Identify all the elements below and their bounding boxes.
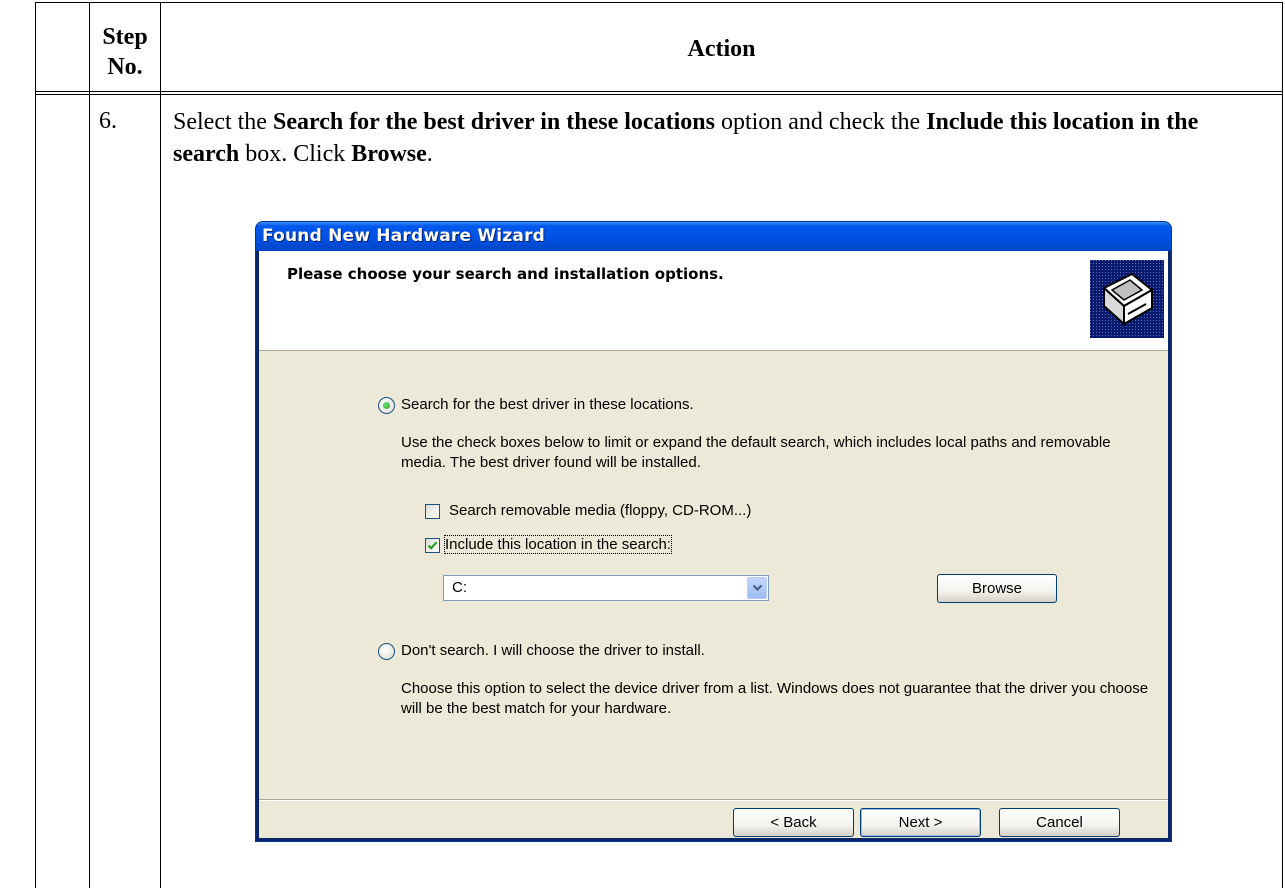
browse-button[interactable]: Browse <box>937 574 1057 603</box>
include-location-checkbox[interactable] <box>425 538 440 553</box>
location-value: C: <box>452 579 467 596</box>
table-border-right <box>1282 2 1283 888</box>
chevron-down-icon <box>752 584 763 592</box>
step-column-header: Step No. <box>102 24 148 80</box>
dialog-titlebar[interactable]: Found New Hardware Wizard <box>256 222 1171 251</box>
step-instruction: Select the Search for the best driver in… <box>173 109 1199 167</box>
wizard-header: Please choose your search and installati… <box>259 251 1168 351</box>
back-button[interactable]: < Back <box>733 808 854 837</box>
removable-media-checkbox[interactable] <box>425 504 440 519</box>
header-divider <box>35 91 1283 92</box>
search-description: Use the check boxes below to limit or ex… <box>401 434 1111 471</box>
table-border-left <box>35 2 36 888</box>
search-radio[interactable] <box>378 397 395 414</box>
dont-search-label[interactable]: Don't search. I will choose the driver t… <box>401 642 705 659</box>
dont-search-radio[interactable] <box>378 643 395 660</box>
table-divider-2 <box>160 2 161 888</box>
next-button[interactable]: Next > <box>860 808 981 837</box>
removable-media-label[interactable]: Search removable media (floppy, CD-ROM..… <box>449 502 751 519</box>
dialog-body: Please choose your search and installati… <box>259 251 1168 838</box>
table-border-top <box>35 2 1283 3</box>
include-location-label[interactable]: Include this location in the search: <box>444 535 672 554</box>
dialog-title: Found New Hardware Wizard <box>262 226 546 246</box>
wizard-header-title: Please choose your search and installati… <box>287 265 724 283</box>
action-column-header: Action <box>687 36 756 62</box>
hardware-wizard-icon <box>1090 260 1164 338</box>
table-divider-1 <box>89 2 90 888</box>
checkmark-icon <box>427 541 438 550</box>
footer-separator <box>259 799 1168 801</box>
wizard-dialog: Found New Hardware Wizard Please choose … <box>256 222 1171 841</box>
location-combobox[interactable]: C: <box>443 575 769 601</box>
dropdown-arrow-button[interactable] <box>747 577 767 599</box>
search-radio-label[interactable]: Search for the best driver in these loca… <box>401 396 694 413</box>
step-number: 6. <box>99 108 117 134</box>
cancel-button[interactable]: Cancel <box>999 808 1120 837</box>
dont-search-description: Choose this option to select the device … <box>401 680 1149 717</box>
header-divider-double <box>35 94 1283 95</box>
